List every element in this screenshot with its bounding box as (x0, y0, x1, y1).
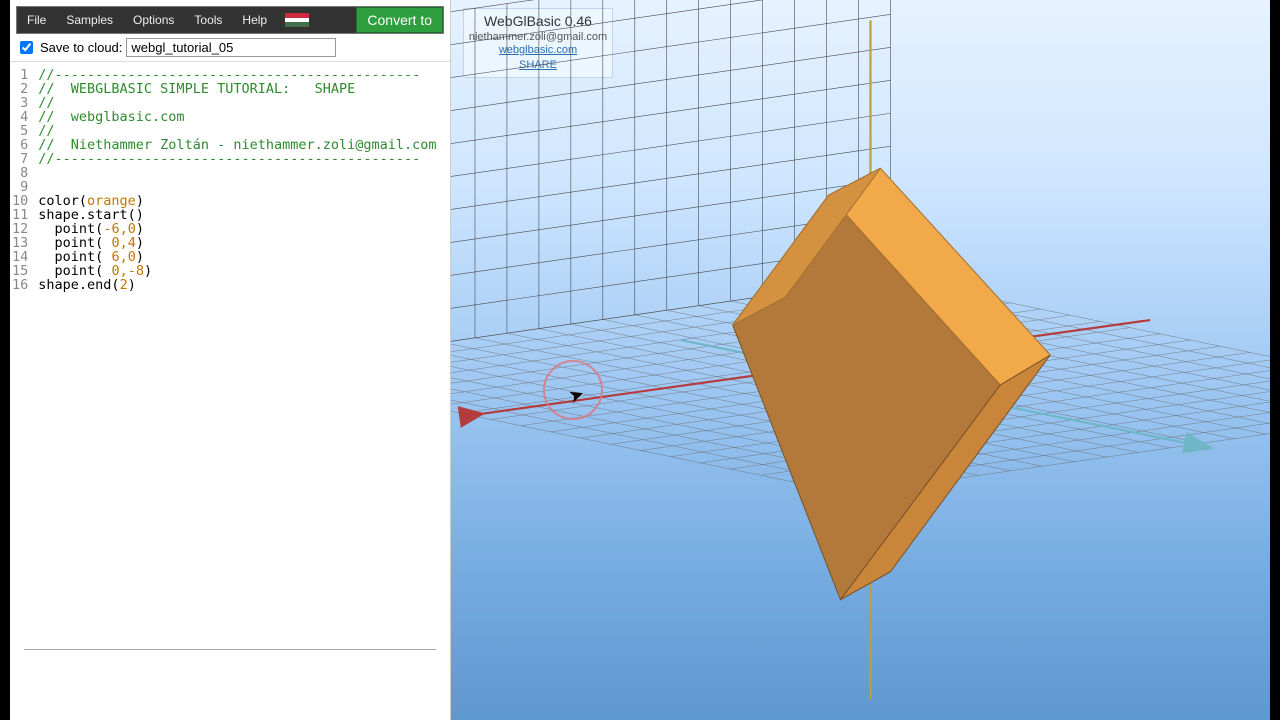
shape-kite (733, 168, 1051, 599)
code-editor[interactable]: 12345678910111213141516 //--------------… (10, 61, 450, 649)
code-gutter: 12345678910111213141516 (10, 62, 34, 649)
filename-input[interactable] (126, 38, 336, 57)
menubar: File Samples Options Tools Help Convert … (16, 6, 444, 34)
flag-icon[interactable] (285, 13, 309, 27)
cloud-row: Save to cloud: (10, 36, 450, 61)
save-cloud-label: Save to cloud: (40, 40, 122, 55)
viewport-3d[interactable]: WebGlBasic 0.46 niethammer.zoli@gmail.co… (451, 0, 1270, 720)
editor-pane: File Samples Options Tools Help Convert … (10, 0, 451, 720)
menu-samples[interactable]: Samples (56, 8, 123, 32)
save-cloud-checkbox[interactable] (20, 41, 33, 54)
code-lines[interactable]: //--------------------------------------… (34, 62, 440, 649)
menu-help[interactable]: Help (232, 8, 277, 32)
convert-button[interactable]: Convert to (356, 7, 443, 33)
menu-tools[interactable]: Tools (184, 8, 232, 32)
menu-options[interactable]: Options (123, 8, 184, 32)
menu-file[interactable]: File (17, 8, 56, 32)
